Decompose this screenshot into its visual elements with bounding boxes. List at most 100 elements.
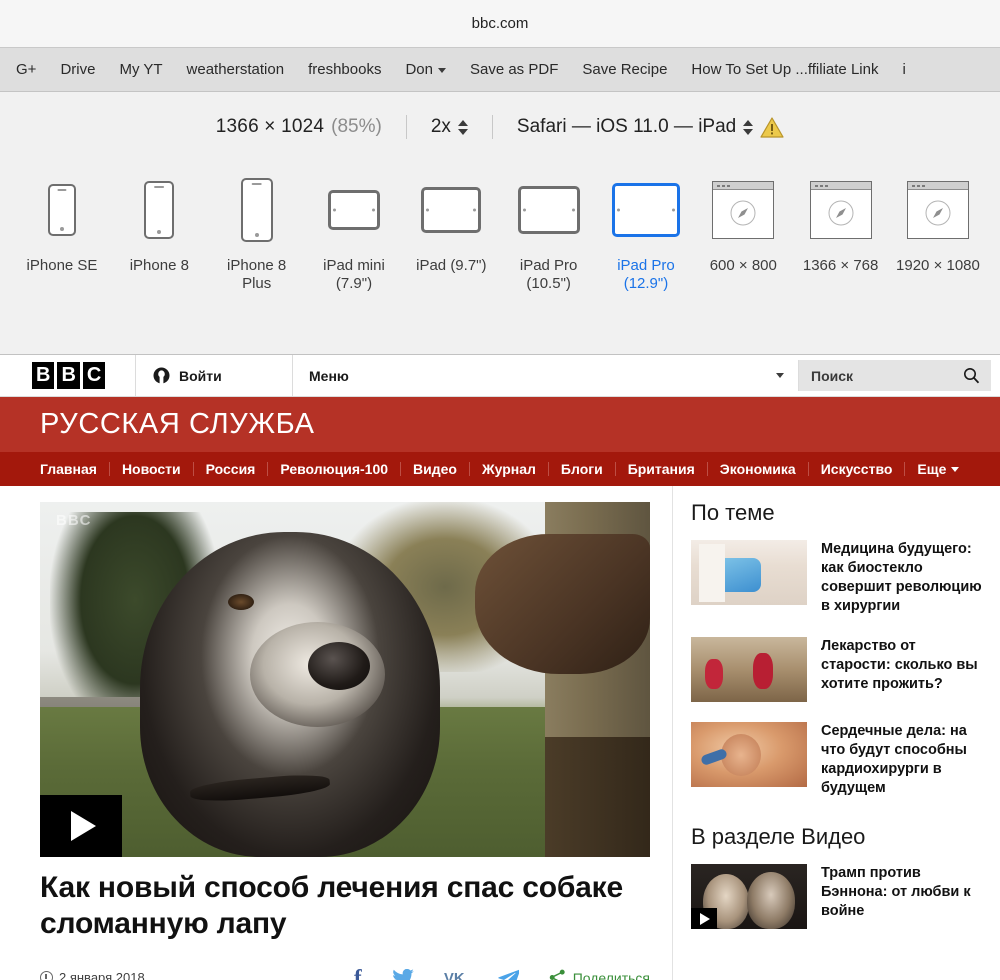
article-video-player[interactable]: BBC (40, 502, 650, 857)
page-body: BBC Как новый способ лечения спас собаке… (0, 486, 1000, 980)
nav-item-label: Революция-100 (280, 461, 389, 477)
warning-triangle-icon[interactable] (760, 116, 784, 138)
chevron-down-icon (776, 373, 784, 378)
nav-item-label: Блоги (560, 461, 603, 477)
brand-bar: РУССКАЯ СЛУЖБА (0, 397, 1000, 452)
bookmark-label: i (902, 61, 906, 78)
nav-item-8[interactable]: Британия (616, 462, 708, 476)
publish-date-text: 2 января 2018 (59, 970, 145, 980)
article-title: Медицина будущего: как биостекло соверши… (821, 541, 982, 615)
browser-url-bar[interactable]: bbc.com (0, 0, 1000, 48)
nav-item-2[interactable]: Новости (110, 462, 194, 476)
bookmark-item[interactable]: Save Recipe (570, 57, 679, 82)
bbc-logo[interactable]: BBC (0, 355, 135, 396)
device-preset-label: iPad Pro (10.5") (519, 257, 578, 292)
viewport-zoom-percent: (85%) (331, 116, 382, 137)
telegram-icon[interactable] (497, 969, 519, 980)
tablet-device-icon (611, 172, 680, 248)
play-triangle-icon (71, 811, 96, 841)
nav-item-label: Еще (917, 461, 947, 477)
nav-item-label: Искусство (820, 461, 893, 477)
nav-item-4[interactable]: Революция-100 (268, 461, 402, 477)
article-thumbnail (691, 864, 807, 929)
sidebar-article-item[interactable]: Трамп против Бэннона: от любви к войне (683, 864, 988, 929)
device-preset-label: iPad Pro (12.9") (617, 257, 675, 292)
sign-in-button[interactable]: Войти (135, 355, 292, 396)
nav-item-6[interactable]: Журнал (470, 462, 549, 476)
device-preset-10[interactable]: 1920 × 1080 (894, 172, 982, 275)
dpr-stepper-icon[interactable] (457, 119, 468, 135)
article-thumbnail (691, 636, 807, 702)
nav-item-5[interactable]: Видео (401, 462, 470, 476)
nav-item-9[interactable]: Экономика (708, 462, 809, 476)
nav-item-7[interactable]: Блоги (549, 462, 616, 476)
device-preset-5[interactable]: iPad (9.7") (407, 172, 495, 275)
bookmark-label: G+ (16, 61, 37, 78)
bbc-top-bar: BBC Войти Меню Поиск (0, 355, 1000, 397)
phone-device-icon (144, 172, 175, 248)
user-agent-group[interactable]: Safari — iOS 11.0 — iPad (493, 116, 808, 138)
bookmark-item[interactable]: My YT (107, 57, 174, 82)
user-agent-stepper-icon[interactable] (743, 119, 754, 135)
bookmark-item[interactable]: How To Set Up ...ffiliate Link (679, 57, 890, 82)
bookmark-item[interactable]: G+ (4, 57, 48, 82)
window-device-icon (906, 172, 969, 248)
twitter-icon[interactable] (392, 968, 414, 980)
menu-dropdown[interactable]: Меню (292, 355, 798, 396)
article-title: Лекарство от старости: сколько вы хотите… (821, 637, 978, 692)
nav-item-3[interactable]: Россия (194, 462, 269, 476)
device-preset-8[interactable]: 600 × 800 (699, 172, 787, 275)
bookmark-item[interactable]: weatherstation (175, 57, 297, 82)
device-pixel-ratio-group[interactable]: 2x (407, 116, 492, 138)
device-preset-2[interactable]: iPhone 8 (115, 172, 203, 275)
publish-date: 2 января 2018 (40, 970, 145, 980)
nav-item-label: Новости (121, 461, 181, 477)
article-title: Трамп против Бэннона: от любви к войне (821, 865, 971, 920)
bookmark-item[interactable]: Drive (48, 57, 107, 82)
device-preset-7[interactable]: iPad Pro (12.9") (602, 172, 690, 293)
dpr-value: 2x (430, 116, 451, 137)
nav-item-10[interactable]: Искусство (809, 462, 906, 476)
device-preset-6[interactable]: iPad Pro (10.5") (505, 172, 593, 293)
related-list: Медицина будущего: как биостекло соверши… (683, 540, 988, 798)
device-preset-label: iPhone 8 Plus (227, 257, 287, 292)
share-icon (549, 969, 565, 980)
bookmarks-bar: G+ Drive My YT weatherstation freshbooks Don S… (0, 48, 1000, 92)
share-button[interactable]: Поделиться (549, 969, 650, 980)
article-thumbnail (691, 540, 807, 605)
device-preset-4[interactable]: iPad mini (7.9") (310, 172, 398, 293)
phone-device-icon (48, 172, 76, 248)
user-agent-value: Safari — iOS 11.0 — iPad (516, 116, 737, 137)
device-preset-label: 600 × 800 (709, 257, 777, 274)
bookmark-label: Don (405, 61, 433, 78)
sidebar-article-item[interactable]: Сердечные дела: на что будут способны ка… (683, 721, 988, 799)
search-input[interactable]: Поиск (798, 360, 991, 391)
bookmark-label: Save Recipe (582, 61, 668, 78)
viewport-size-group[interactable]: 1366 × 1024 (85%) (192, 116, 406, 138)
search-icon[interactable] (963, 367, 980, 384)
bookmark-item[interactable]: i (890, 57, 917, 82)
bookmark-item[interactable]: Don (393, 57, 458, 82)
nav-item-label: Британия (627, 461, 695, 477)
device-preset-1[interactable]: iPhone SE (18, 172, 106, 275)
sidebar-article-item[interactable]: Медицина будущего: как биостекло соверши… (683, 540, 988, 617)
devtools-device-emulation-panel: 1366 × 1024 (85%) 2x Safari — iOS 11.0 —… (0, 92, 1000, 355)
vk-icon[interactable]: VK (444, 969, 468, 980)
nav-item-11[interactable]: Еще (905, 462, 971, 476)
bookmark-label: freshbooks (308, 61, 382, 78)
window-device-icon (712, 172, 775, 248)
sidebar-column: По теме Медицина будущего: как биостекло… (672, 486, 1000, 980)
bbc-watermark: BBC (56, 512, 92, 529)
bookmark-item[interactable]: freshbooks (296, 57, 393, 82)
play-button[interactable] (40, 795, 122, 857)
nav-item-label: Журнал (481, 461, 536, 477)
device-preset-3[interactable]: iPhone 8 Plus (213, 172, 301, 293)
nav-item-1[interactable]: Главная (40, 462, 110, 476)
device-toolbar: 1366 × 1024 (85%) 2x Safari — iOS 11.0 —… (0, 92, 1000, 162)
sidebar-article-item[interactable]: Лекарство от старости: сколько вы хотите… (683, 636, 988, 702)
chevron-down-icon (951, 466, 960, 472)
bookmark-item[interactable]: Save as PDF (458, 57, 570, 82)
device-preset-9[interactable]: 1366 × 768 (797, 172, 885, 275)
play-button[interactable] (691, 908, 717, 929)
facebook-icon[interactable]: f (354, 966, 362, 980)
